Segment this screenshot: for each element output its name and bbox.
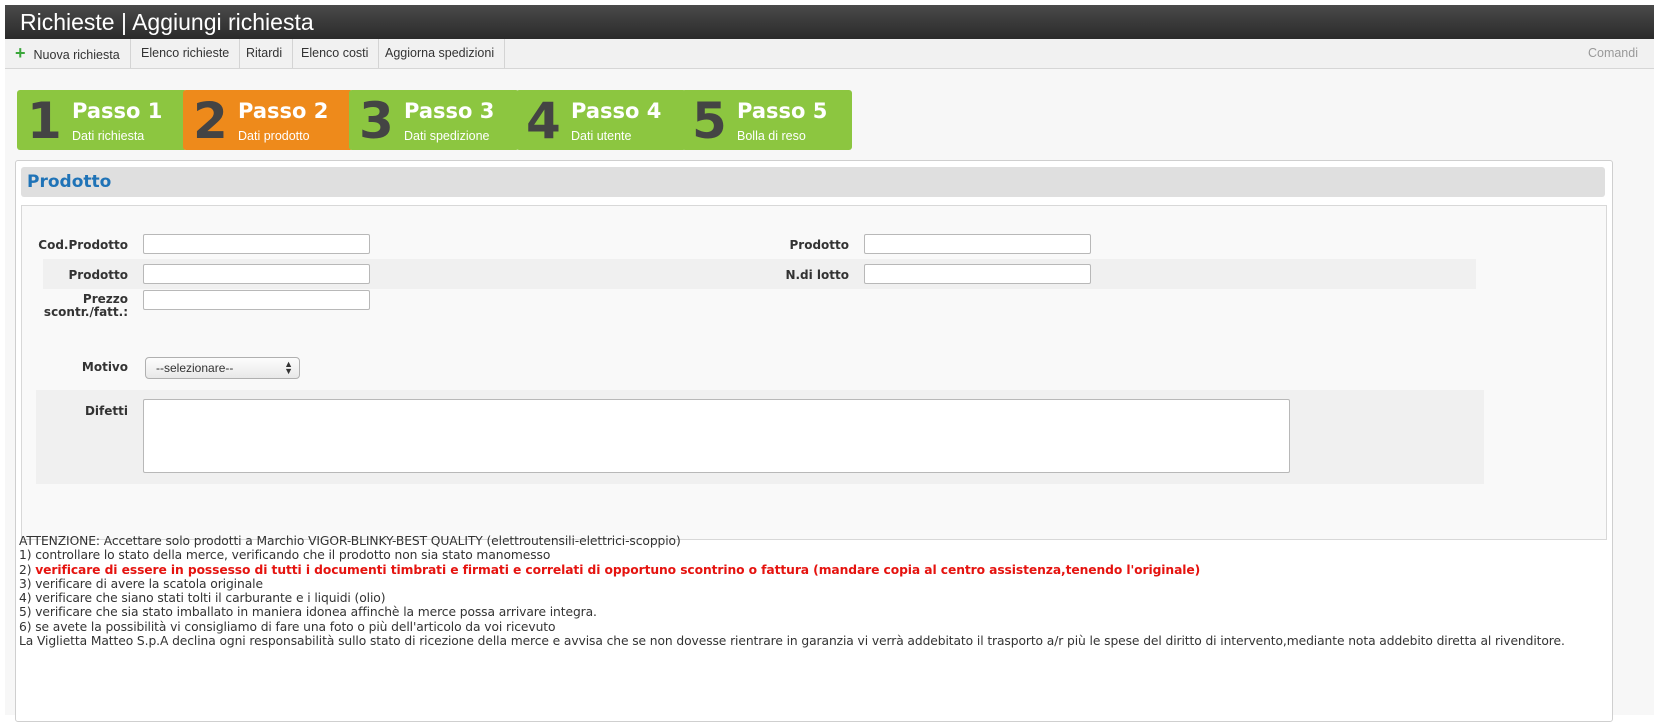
step-2[interactable]: 2 Passo 2 Dati prodotto: [183, 90, 353, 150]
step-1[interactable]: 1 Passo 1 Dati richiesta: [17, 90, 187, 150]
step-4[interactable]: 4 Passo 4 Dati utente: [516, 90, 686, 150]
prodotto-left-label: Prodotto: [68, 268, 128, 282]
prezzo-label-line1: Prezzo: [82, 292, 128, 306]
step-5[interactable]: 5 Passo 5 Bolla di reso: [682, 90, 852, 150]
prodotto-right-input[interactable]: [864, 234, 1091, 254]
update-shipments-button[interactable]: Aggiorna spedizioni: [375, 39, 506, 68]
note-6: 6) se avete la possibilità vi consigliam…: [19, 619, 556, 634]
step-number: 1: [27, 92, 62, 150]
note-disclaimer: La Viglietta Matteo S.p.A declina ogni r…: [19, 634, 1565, 649]
main-content: 1 Passo 1 Dati richiesta 2 Passo 2 Dati …: [5, 69, 1654, 722]
step-title: Passo 5: [737, 99, 828, 123]
cod-prodotto-input[interactable]: [143, 234, 370, 254]
new-request-label: Nuova richiesta: [33, 48, 120, 62]
prodotto-left-input[interactable]: [143, 264, 370, 284]
toolbar: + Nuova richiesta Elenco richieste Ritard…: [5, 39, 1654, 69]
cod-prodotto-label: Cod.Prodotto: [38, 238, 128, 252]
note-2: 2) verificare di essere in possesso di t…: [19, 563, 1565, 577]
plus-icon: +: [15, 43, 26, 63]
prezzo-input[interactable]: [143, 290, 370, 310]
motivo-selected-value: --selezionare--: [156, 361, 234, 375]
lotto-input[interactable]: [864, 264, 1091, 284]
note-4: 4) verificare che siano stati tolti il c…: [19, 591, 386, 606]
note-5: 5) verificare che sia stato imballato in…: [19, 605, 597, 620]
section-header: Prodotto: [21, 167, 1605, 197]
note-attenzione: ATTENZIONE: Accettare solo prodotti a Ma…: [19, 534, 681, 548]
step-subtitle: Bolla di reso: [737, 129, 806, 143]
step-number: 5: [692, 92, 727, 150]
note-1: 1) controllare lo stato della merce, ver…: [19, 548, 551, 563]
step-number: 4: [526, 92, 561, 150]
note-2-highlight: verificare di essere in possesso di tutt…: [35, 562, 1201, 577]
window-title: Richieste | Aggiungi richiesta: [20, 9, 314, 35]
commands-menu[interactable]: Comandi: [1588, 39, 1638, 68]
motivo-label: Motivo: [81, 360, 128, 374]
step-number: 2: [193, 92, 228, 150]
select-arrows-icon: ▲ ▼: [284, 359, 293, 376]
difetti-label: Difetti: [84, 404, 128, 418]
step-subtitle: Dati richiesta: [72, 129, 145, 143]
step-subtitle: Dati prodotto: [238, 129, 310, 143]
note-2-prefix: 2): [19, 562, 36, 577]
prodotto-right-label: Prodotto: [789, 238, 849, 252]
step-number: 3: [359, 92, 394, 150]
note-3: 3) verificare di avere la scatola origin…: [19, 576, 263, 591]
request-list-button[interactable]: Elenco richieste: [131, 39, 241, 68]
delays-button[interactable]: Ritardi: [236, 39, 294, 68]
step-subtitle: Dati utente: [571, 129, 632, 143]
new-request-button[interactable]: + Nuova richiesta: [5, 39, 131, 68]
step-title: Passo 3: [404, 99, 495, 123]
lotto-label: N.di lotto: [785, 268, 849, 282]
step-subtitle: Dati spedizione: [404, 129, 490, 143]
section-title: Prodotto: [27, 172, 112, 192]
step-title: Passo 1: [72, 99, 163, 123]
difetti-textarea[interactable]: [143, 399, 1290, 473]
cost-list-button[interactable]: Elenco costi: [291, 39, 380, 68]
step-title: Passo 2: [238, 99, 329, 123]
prezzo-label-line2: scontr./fatt.:: [43, 305, 128, 319]
title-bar: Richieste | Aggiungi richiesta: [5, 5, 1654, 39]
step-title: Passo 4: [571, 99, 662, 123]
prezzo-label: Prezzo scontr./fatt.:: [32, 293, 128, 319]
step-3[interactable]: 3 Passo 3 Dati spedizione: [349, 90, 519, 150]
product-form: Cod.Prodotto Prodotto Prodotto N.di lott…: [21, 205, 1607, 540]
warning-notes: ATTENZIONE: Accettare solo prodotti a Ma…: [19, 534, 1565, 648]
motivo-select[interactable]: --selezionare-- ▲ ▼: [145, 357, 300, 379]
